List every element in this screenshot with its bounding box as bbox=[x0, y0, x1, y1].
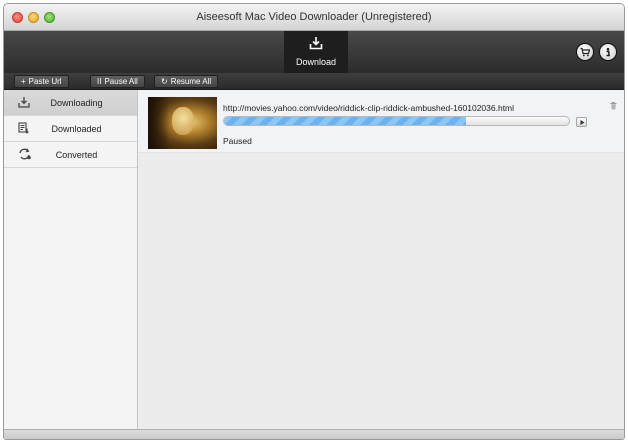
resume-all-button[interactable]: ↻ Resume All bbox=[154, 75, 219, 88]
pause-all-label: Pause All bbox=[104, 77, 138, 86]
tab-download-label: Download bbox=[295, 57, 337, 67]
status-bar bbox=[4, 429, 624, 439]
play-icon bbox=[580, 120, 585, 125]
window-title: Aiseesoft Mac Video Downloader (Unregist… bbox=[196, 11, 432, 23]
sidebar-item-label: Downloaded bbox=[51, 124, 102, 134]
resume-task-button[interactable] bbox=[576, 117, 587, 127]
plus-icon: + bbox=[21, 77, 26, 86]
sidebar: Downloading Downloaded Converted bbox=[4, 90, 138, 429]
video-url: http://movies.yahoo.com/video/riddick-cl… bbox=[223, 103, 515, 113]
paste-url-label: Paste Url bbox=[28, 77, 62, 86]
refresh-icon: ↻ bbox=[161, 77, 168, 86]
sidebar-item-label: Downloading bbox=[50, 98, 103, 108]
sidebar-item-label: Converted bbox=[55, 150, 98, 160]
cart-icon bbox=[580, 47, 590, 57]
pause-all-button[interactable]: II Pause All bbox=[90, 75, 145, 88]
pause-icon: II bbox=[97, 77, 102, 86]
app-window: Aiseesoft Mac Video Downloader (Unregist… bbox=[3, 3, 625, 440]
task-status: Paused bbox=[223, 136, 252, 146]
download-progress-bar bbox=[223, 116, 570, 126]
title-bar: Aiseesoft Mac Video Downloader (Unregist… bbox=[4, 4, 624, 31]
download-list: http://movies.yahoo.com/video/riddick-cl… bbox=[138, 90, 624, 429]
video-thumbnail bbox=[148, 97, 217, 149]
resume-all-label: Resume All bbox=[170, 77, 212, 86]
download-progress-fill bbox=[224, 117, 466, 125]
download-tray-icon bbox=[309, 36, 323, 55]
action-bar: + Paste Url II Pause All ↻ Resume All bbox=[4, 73, 624, 90]
list-item[interactable]: http://movies.yahoo.com/video/riddick-cl… bbox=[138, 90, 624, 153]
main-toolbar: Download bbox=[4, 31, 624, 73]
sidebar-item-converted[interactable]: Converted bbox=[4, 142, 137, 168]
info-icon bbox=[606, 47, 610, 57]
tab-download[interactable]: Download bbox=[284, 31, 348, 73]
sidebar-item-downloading[interactable]: Downloading bbox=[4, 90, 137, 116]
sidebar-item-downloaded[interactable]: Downloaded bbox=[4, 116, 137, 142]
account-button[interactable] bbox=[600, 44, 616, 60]
trash-icon[interactable] bbox=[610, 97, 617, 115]
cart-button[interactable] bbox=[577, 44, 593, 60]
paste-url-button[interactable]: + Paste Url bbox=[14, 75, 69, 88]
